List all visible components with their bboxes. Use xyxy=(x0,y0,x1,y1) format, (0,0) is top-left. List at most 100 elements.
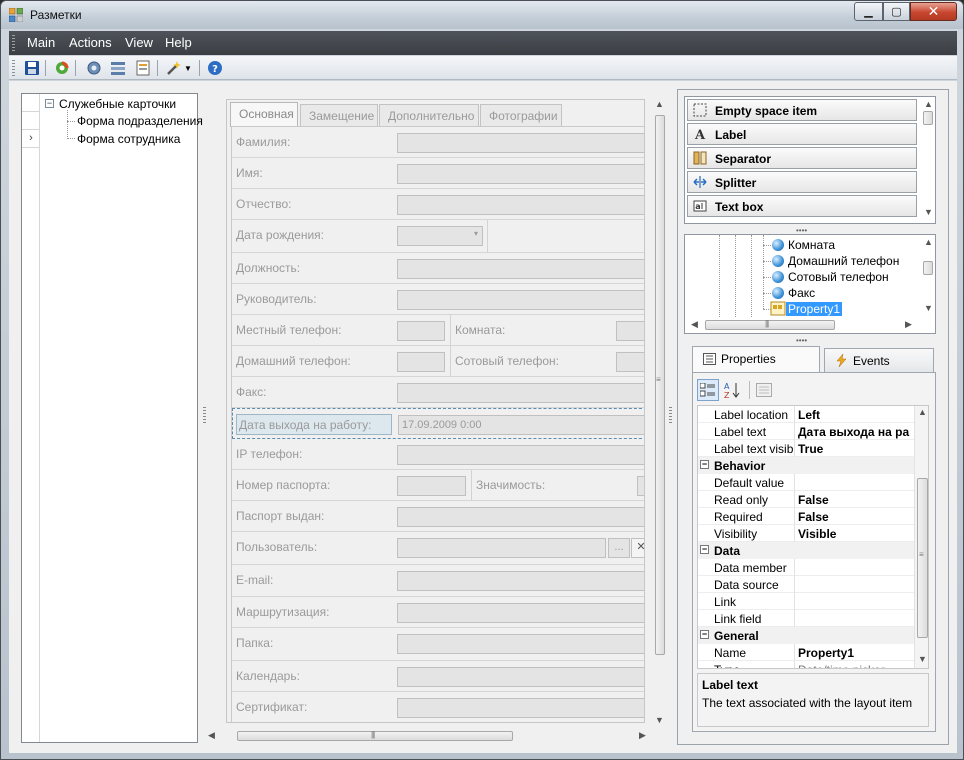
email-input[interactable] xyxy=(397,571,644,591)
name-input[interactable] xyxy=(397,164,644,184)
scroll-down-icon[interactable]: ▼ xyxy=(924,303,933,313)
field-row[interactable]: Имя: xyxy=(232,158,644,189)
property-row[interactable]: Label location Left xyxy=(698,406,914,423)
menu-main[interactable]: Main xyxy=(27,35,55,50)
property-category-data[interactable]: − Data xyxy=(698,542,914,559)
field-row[interactable]: Папка: xyxy=(232,628,644,661)
scroll-thumb[interactable] xyxy=(237,731,513,741)
tab-events[interactable]: Events xyxy=(824,348,934,372)
certificate-input[interactable] xyxy=(397,698,644,718)
property-row[interactable]: Label text visibl True xyxy=(698,440,914,457)
property-value[interactable]: Visible xyxy=(798,527,914,541)
collapse-icon[interactable]: − xyxy=(45,99,54,108)
hierarchy-horizontal-scrollbar[interactable]: ◀ ||| ▶ xyxy=(687,318,919,332)
property-row[interactable]: Visibility Visible xyxy=(698,525,914,542)
designer-horizontal-scrollbar[interactable]: ◀ ||| ▶ xyxy=(208,729,646,743)
scroll-down-icon[interactable]: ▼ xyxy=(655,715,664,725)
property-row[interactable]: Data member xyxy=(698,559,914,576)
minimize-button[interactable]: ▁ xyxy=(854,2,883,21)
property-value[interactable]: False xyxy=(798,493,914,507)
property-row[interactable]: Read only False xyxy=(698,491,914,508)
position-input[interactable] xyxy=(397,259,644,279)
scroll-up-icon[interactable]: ▲ xyxy=(924,237,933,247)
hierarchy-item[interactable]: Сотовый телефон xyxy=(788,270,889,284)
scroll-left-icon[interactable]: ◀ xyxy=(208,730,215,741)
scroll-down-icon[interactable]: ▼ xyxy=(918,654,927,664)
significance-input[interactable] xyxy=(637,476,644,496)
collapse-icon[interactable]: − xyxy=(700,630,709,639)
scroll-down-icon[interactable]: ▼ xyxy=(924,207,933,217)
calendar-input[interactable] xyxy=(397,667,644,687)
birthdate-picker[interactable]: ▾ xyxy=(397,226,483,246)
tool-label-item[interactable]: A Label xyxy=(687,123,917,145)
maximize-button[interactable]: ▢ xyxy=(883,2,910,21)
alphabetical-button[interactable]: AZ xyxy=(721,379,743,401)
fax-input[interactable] xyxy=(397,383,644,403)
property-value[interactable]: False xyxy=(798,510,914,524)
scroll-up-icon[interactable]: ▲ xyxy=(655,99,664,109)
property-value[interactable]: Date/time picker xyxy=(798,663,914,668)
tab-substitution[interactable]: Замещение xyxy=(300,104,378,126)
help-button[interactable]: ? xyxy=(206,59,224,77)
property-value[interactable]: Property1 xyxy=(798,646,914,660)
tool-text-box[interactable]: a Text box xyxy=(687,195,917,217)
menu-actions[interactable]: Actions xyxy=(69,35,112,50)
clear-button[interactable]: ✕ xyxy=(631,538,644,558)
surname-input[interactable] xyxy=(397,133,644,153)
property-row[interactable]: Link xyxy=(698,593,914,610)
tab-properties[interactable]: Properties xyxy=(692,346,820,372)
start-date-picker[interactable]: 17.09.2009 0:00 xyxy=(398,415,644,435)
hierarchy-item-selected[interactable]: Property1 xyxy=(786,302,843,316)
passport-number-input[interactable] xyxy=(397,476,466,496)
property-row[interactable]: Name Property1 xyxy=(698,644,914,661)
scroll-thumb[interactable] xyxy=(655,115,665,655)
close-button[interactable]: ✕ xyxy=(910,2,957,21)
local-phone-input[interactable] xyxy=(397,321,445,341)
field-row[interactable]: Паспорт выдан: xyxy=(232,501,644,532)
scroll-thumb[interactable] xyxy=(923,111,933,125)
field-row-selected[interactable]: Дата выхода на работу: 17.09.2009 0:00 xyxy=(232,408,644,439)
ip-phone-input[interactable] xyxy=(397,445,644,465)
property-value[interactable]: True xyxy=(798,442,914,456)
scroll-right-icon[interactable]: ▶ xyxy=(905,319,912,330)
field-row[interactable]: Должность: xyxy=(232,253,644,284)
property-row[interactable]: Label text Дата выхода на ра xyxy=(698,423,914,440)
field-row[interactable]: Дата рождения: ▾ xyxy=(232,220,644,253)
wizard-button[interactable] xyxy=(165,59,183,77)
mobile-phone-input[interactable] xyxy=(616,352,644,372)
manager-input[interactable] xyxy=(397,290,644,310)
hierarchy-vertical-scrollbar[interactable]: ▲ ▼ xyxy=(921,237,935,317)
routing-input[interactable] xyxy=(397,603,644,623)
property-value[interactable]: Дата выхода на ра xyxy=(798,425,914,439)
designer-vertical-scrollbar[interactable]: ▲ ≡ ▼ xyxy=(653,99,667,727)
hierarchy-item[interactable]: Факс xyxy=(788,286,815,300)
home-phone-input[interactable] xyxy=(397,352,445,372)
left-splitter-grip[interactable] xyxy=(203,407,206,425)
toolbar-grip[interactable] xyxy=(12,60,15,76)
hierarchy-item[interactable]: Домашний телефон xyxy=(788,254,899,268)
tool-splitter[interactable]: Splitter xyxy=(687,171,917,193)
field-row[interactable]: Местный телефон: Комната: xyxy=(232,315,644,346)
scroll-thumb[interactable] xyxy=(923,261,933,275)
scroll-up-icon[interactable]: ▲ xyxy=(924,99,933,109)
property-category-behavior[interactable]: − Behavior xyxy=(698,457,914,474)
property-grid-scrollbar[interactable]: ▲ ≡ ▼ xyxy=(914,406,928,668)
title-bar[interactable]: Разметки ▁ ▢ ✕ xyxy=(1,1,963,29)
field-row[interactable]: Календарь: xyxy=(232,661,644,692)
property-row[interactable]: Data source xyxy=(698,576,914,593)
field-row[interactable]: Факс: xyxy=(232,377,644,408)
property-grid[interactable]: Label location Left Label text Дата выхода … xyxy=(697,405,929,669)
wizard-dropdown[interactable]: ▼ xyxy=(183,59,193,77)
cards-tree[interactable]: › − Служебные карточки Форма подразделен… xyxy=(21,93,203,743)
hierarchy-resize-grip[interactable]: •••• xyxy=(796,336,807,345)
refresh-button[interactable] xyxy=(53,59,71,77)
patronymic-input[interactable] xyxy=(397,195,644,215)
user-input[interactable] xyxy=(397,538,606,558)
tree-item-employee-form[interactable]: Форма сотрудника xyxy=(77,132,180,146)
field-row[interactable]: E-mail: xyxy=(232,565,644,597)
field-row[interactable]: Маршрутизация: xyxy=(232,597,644,628)
layout-hierarchy[interactable]: Комната Домашний телефон Сотовый телефон… xyxy=(684,234,936,334)
field-row[interactable]: Сертификат: xyxy=(232,692,644,722)
property-category-general[interactable]: − General xyxy=(698,627,914,644)
scroll-up-icon[interactable]: ▲ xyxy=(918,407,927,417)
